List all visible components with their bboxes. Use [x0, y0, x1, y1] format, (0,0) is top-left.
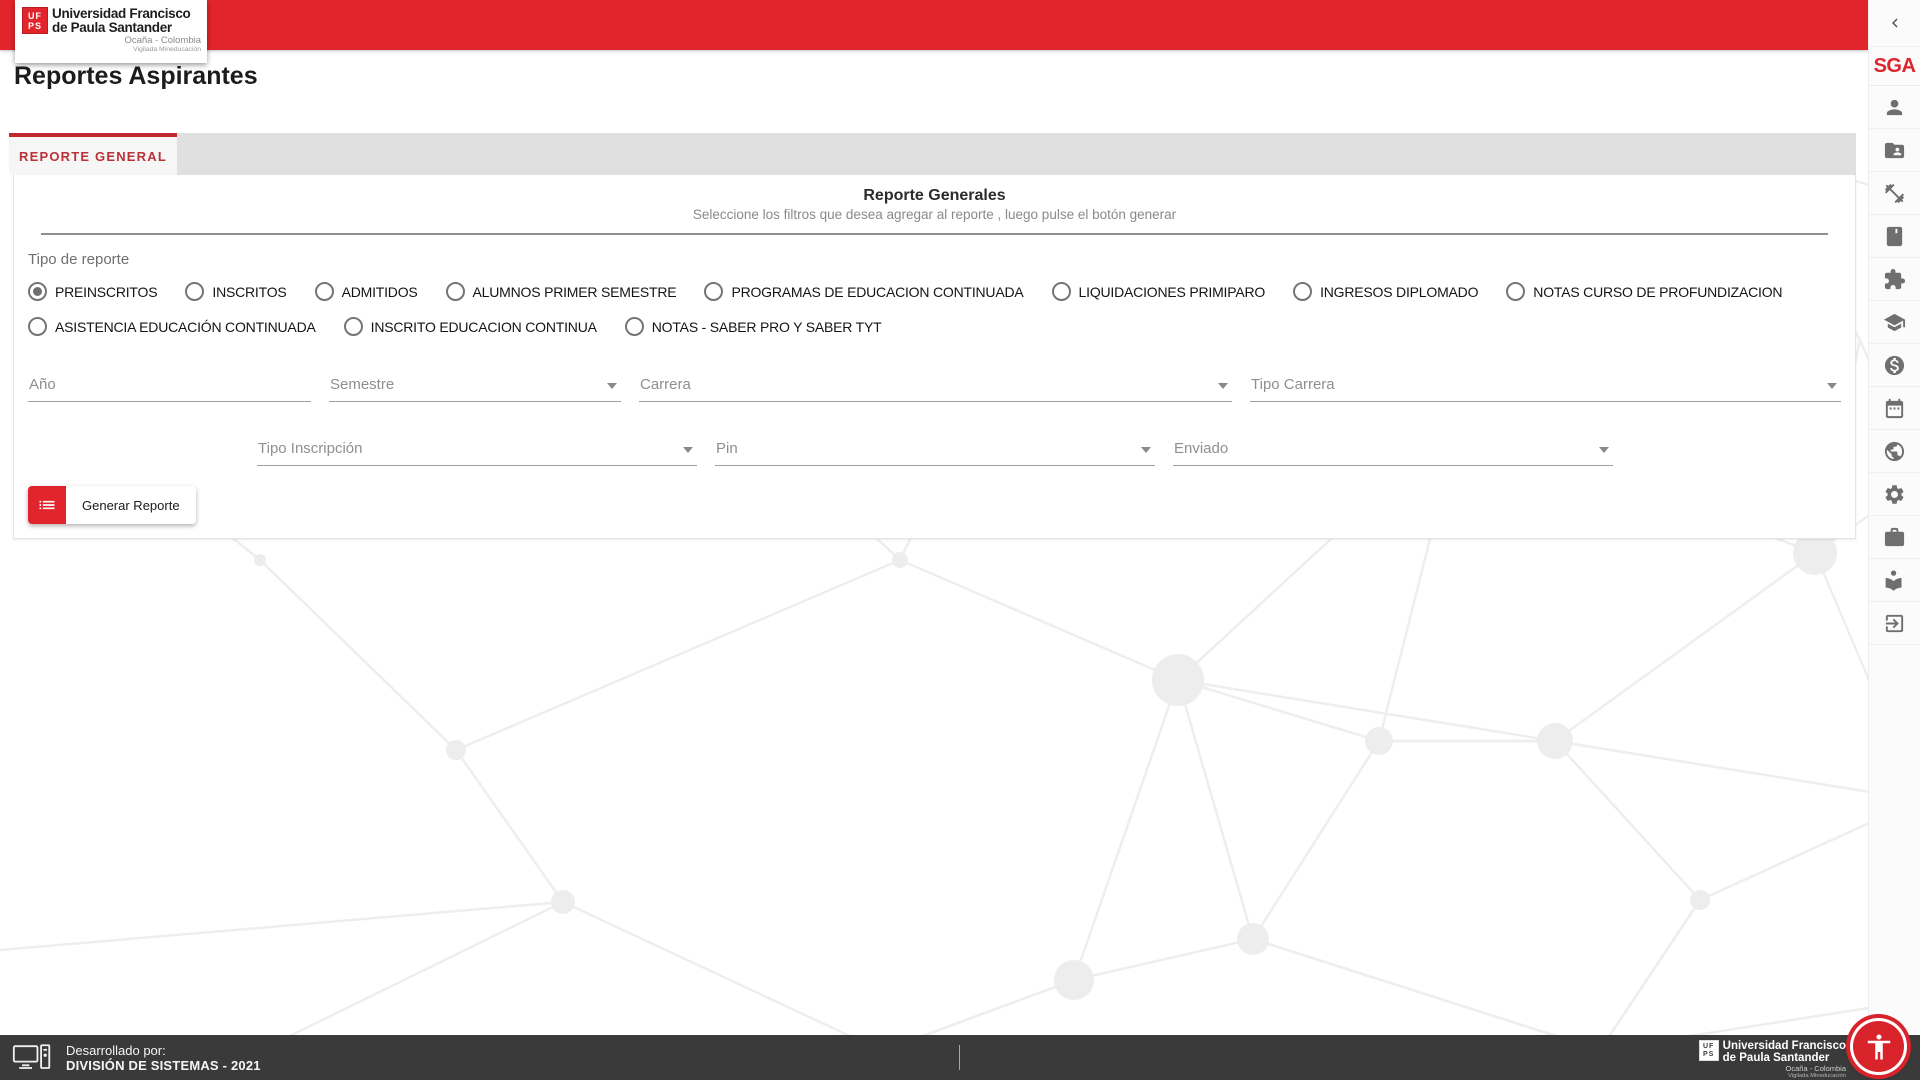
globe-icon [1883, 440, 1906, 463]
radio-inscritos[interactable]: INSCRITOS [185, 282, 286, 301]
report-panel: Reporte Generales Seleccione los filtros… [13, 175, 1856, 539]
library-icon [1883, 569, 1906, 592]
chevron-left-icon [1886, 14, 1904, 32]
filters-row-1: Año Semestre Carrera Tipo Carrera [28, 364, 1841, 402]
dropdown-arrow-icon [1599, 447, 1609, 453]
university-logo-text: Universidad Francisco de Paula Santander… [52, 7, 201, 54]
panel-title: Reporte Generales [14, 175, 1855, 205]
radio-admitidos[interactable]: ADMITIDOS [315, 282, 418, 301]
report-type-label: Tipo de reporte [28, 251, 1855, 268]
ufps-emblem-icon: UFPS [1699, 1040, 1719, 1061]
sidebar-item-fitness[interactable] [1869, 172, 1920, 215]
tab-bar: REPORTE GENERAL [9, 133, 1856, 175]
sidebar-item-calendar[interactable] [1869, 387, 1920, 430]
puzzle-icon [1883, 268, 1906, 291]
right-sidebar: SGA [1868, 0, 1920, 1035]
developed-by-line2: DIVISIÓN DE SISTEMAS - 2021 [66, 1058, 261, 1073]
dropdown-arrow-icon [1218, 383, 1228, 389]
top-red-bar [0, 0, 1868, 50]
graduation-cap-icon [1883, 311, 1906, 334]
filters-row-2: Tipo Inscripción Pin Enviado [257, 428, 1841, 466]
radio-icon [625, 317, 644, 336]
exit-icon [1883, 612, 1906, 635]
radio-icon [1506, 282, 1525, 301]
dollar-circle-icon [1883, 354, 1906, 377]
radio-programas-educacion-continuada[interactable]: PROGRAMAS DE EDUCACION CONTINUADA [704, 282, 1023, 301]
collapse-sidebar-button[interactable] [1869, 0, 1920, 46]
page-title: Reportes Aspirantes [14, 62, 258, 91]
report-type-row-1: PREINSCRITOS INSCRITOS ADMITIDOS ALUMNOS… [28, 282, 1841, 301]
field-carrera[interactable]: Carrera [639, 364, 1232, 402]
field-tipo-carrera[interactable]: Tipo Carrera [1250, 364, 1841, 402]
field-ano[interactable]: Año [28, 364, 311, 402]
dropdown-arrow-icon [683, 447, 693, 453]
book-icon [1883, 225, 1906, 248]
radio-icon [704, 282, 723, 301]
panel-subtitle: Seleccione los filtros que desea agregar… [14, 207, 1855, 222]
university-vigilada: Vigilada Mineducación [52, 46, 201, 54]
radio-icon [28, 317, 47, 336]
sidebar-item-book[interactable] [1869, 215, 1920, 258]
accessibility-person-icon [1864, 1032, 1894, 1062]
radio-icon [185, 282, 204, 301]
person-icon [1883, 96, 1906, 119]
field-pin[interactable]: Pin [715, 428, 1155, 466]
tab-reporte-general[interactable]: REPORTE GENERAL [9, 133, 177, 175]
field-semestre[interactable]: Semestre [329, 364, 621, 402]
sidebar-item-library[interactable] [1869, 559, 1920, 602]
footer: Desarrollado por: DIVISIÓN DE SISTEMAS -… [0, 1035, 1920, 1080]
field-tipo-inscripcion[interactable]: Tipo Inscripción [257, 428, 697, 466]
generate-report-button[interactable]: Generar Reporte [28, 486, 196, 524]
generate-report-label: Generar Reporte [66, 486, 196, 524]
accessibility-button[interactable] [1850, 1018, 1907, 1075]
radio-alumnos-primer-semestre[interactable]: ALUMNOS PRIMER SEMESTRE [446, 282, 677, 301]
developed-by-line1: Desarrollado por: [66, 1043, 261, 1058]
calendar-icon [1883, 397, 1906, 420]
sidebar-item-logout[interactable] [1869, 602, 1920, 645]
list-icon [28, 486, 66, 524]
footer-university-logo: UFPS Universidad Francisco de Paula Sant… [1699, 1040, 1846, 1080]
dumbbell-icon [1883, 182, 1906, 205]
dropdown-arrow-icon [607, 383, 617, 389]
sga-brand: SGA [1869, 46, 1920, 86]
footer-developer: Desarrollado por: DIVISIÓN DE SISTEMAS -… [12, 1043, 261, 1073]
sidebar-item-school[interactable] [1869, 301, 1920, 344]
radio-notas-curso-profundizacion[interactable]: NOTAS CURSO DE PROFUNDIZACION [1506, 282, 1782, 301]
sidebar-item-folder-shared[interactable] [1869, 129, 1920, 172]
radio-selected-icon [28, 282, 47, 301]
radio-notas-saber-pro-tyt[interactable]: NOTAS - SABER PRO Y SABER TYT [625, 317, 882, 336]
briefcase-icon [1883, 526, 1906, 549]
sidebar-item-monetization[interactable] [1869, 344, 1920, 387]
university-name-line1: Universidad Francisco [52, 7, 201, 21]
sidebar-item-extension[interactable] [1869, 258, 1920, 301]
radio-inscrito-educacion-continua[interactable]: INSCRITO EDUCACION CONTINUA [344, 317, 597, 336]
footer-divider [959, 1045, 960, 1070]
radio-liquidaciones-primiparo[interactable]: LIQUIDACIONES PRIMIPARO [1052, 282, 1266, 301]
radio-asistencia-educacion-continuada[interactable]: ASISTENCIA EDUCACIÓN CONTINUADA [28, 317, 316, 336]
footer-logo-text: Universidad Francisco de Paula Santander… [1723, 1040, 1846, 1080]
sidebar-item-person[interactable] [1869, 86, 1920, 129]
university-name-line2: de Paula Santander [52, 21, 201, 35]
radio-icon [1052, 282, 1071, 301]
divider [41, 233, 1828, 235]
radio-preinscritos[interactable]: PREINSCRITOS [28, 282, 157, 301]
radio-icon [315, 282, 334, 301]
university-location: Ocaña - Colombia [52, 35, 201, 46]
university-logo: UFPS Universidad Francisco de Paula Sant… [15, 0, 207, 63]
radio-icon [344, 317, 363, 336]
gear-icon [1883, 483, 1906, 506]
dropdown-arrow-icon [1141, 447, 1151, 453]
dropdown-arrow-icon [1827, 383, 1837, 389]
sidebar-item-settings[interactable] [1869, 473, 1920, 516]
folder-shared-icon [1883, 139, 1906, 162]
radio-ingresos-diplomado[interactable]: INGRESOS DIPLOMADO [1293, 282, 1478, 301]
ufps-emblem-icon: UFPS [22, 7, 48, 34]
radio-icon [1293, 282, 1312, 301]
computer-icon [12, 1043, 52, 1073]
sidebar-item-globe[interactable] [1869, 430, 1920, 473]
field-enviado[interactable]: Enviado [1173, 428, 1613, 466]
report-type-row-2: ASISTENCIA EDUCACIÓN CONTINUADA INSCRITO… [28, 317, 1841, 336]
sidebar-item-work[interactable] [1869, 516, 1920, 559]
radio-icon [446, 282, 465, 301]
